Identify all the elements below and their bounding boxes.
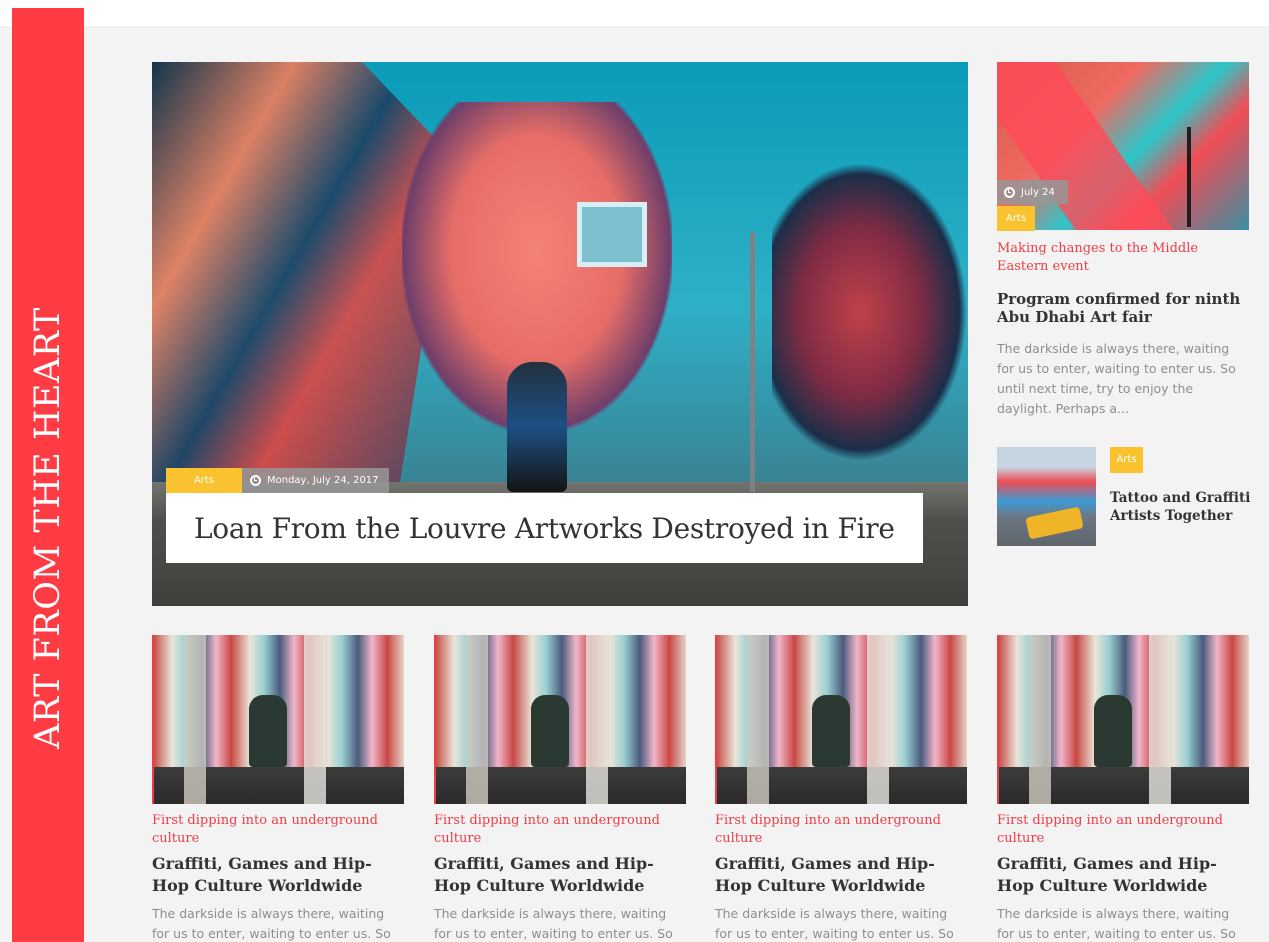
category-tag[interactable]: Arts [997,206,1035,231]
child-figure [507,362,567,492]
person-detail [531,695,569,767]
window-detail [577,202,647,267]
featured-title[interactable]: Loan From the Louvre Artworks Destroyed … [194,512,895,545]
card-excerpt: The darkside is always there, waiting fo… [152,906,391,941]
card-image[interactable] [152,635,404,804]
side-date-chip: July 24 [997,180,1068,204]
graffiti-detail [304,635,326,804]
card-image[interactable] [434,635,686,804]
card-headline[interactable]: Graffiti, Games and Hip-Hop Culture Worl… [434,853,686,897]
card-excerpt: The darkside is always there, waiting fo… [434,906,673,941]
section-banner: ART FROM THE HEART [12,8,84,942]
card-headline[interactable]: Graffiti, Games and Hip-Hop Culture Worl… [997,853,1249,897]
side-story-headline[interactable]: Program confirmed for ninth Abu Dhabi Ar… [997,290,1249,326]
graffiti-detail [184,635,206,804]
card-headline[interactable]: Graffiti, Games and Hip-Hop Culture Worl… [715,853,967,897]
graffiti-detail [1149,635,1171,804]
graffiti-detail [747,635,769,804]
sign-pole [750,232,755,492]
card-kicker[interactable]: First dipping into an underground cultur… [715,812,967,848]
mural-detail [772,162,968,462]
street-lamp [1187,127,1191,227]
card-excerpt: The darkside is always there, waiting fo… [997,906,1236,941]
card-excerpt: The darkside is always there, waiting fo… [715,906,954,941]
card-image[interactable] [997,635,1249,804]
mini-story-headline[interactable]: Tattoo and Graffiti Artists Together [1110,489,1260,525]
featured-title-box: Loan From the Louvre Artworks Destroyed … [166,493,923,563]
card-image[interactable] [715,635,967,804]
graffiti-detail [466,635,488,804]
side-story-image[interactable] [997,62,1249,230]
category-tag[interactable]: Arts [166,468,242,493]
card-headline[interactable]: Graffiti, Games and Hip-Hop Culture Worl… [152,853,404,897]
mural-detail [997,62,1185,230]
card-kicker[interactable]: First dipping into an underground cultur… [434,812,686,848]
person-detail [812,695,850,767]
side-date: July 24 [1021,186,1055,198]
clock-icon [1004,186,1015,198]
article-card: First dipping into an underground cultur… [715,635,967,942]
card-kicker[interactable]: First dipping into an underground cultur… [152,812,404,848]
taxi-detail [1025,506,1084,540]
side-story-kicker[interactable]: Making changes to the Middle Eastern eve… [997,240,1249,276]
date-chip: Monday, July 24, 2017 [242,468,389,493]
side-story-excerpt: The darkside is always there, waiting fo… [997,341,1236,416]
article-card: First dipping into an underground cultur… [434,635,686,942]
featured-date: Monday, July 24, 2017 [267,475,379,486]
category-tag[interactable]: Arts [1110,447,1143,473]
graffiti-detail [867,635,889,804]
mini-story-image[interactable] [997,447,1096,546]
graffiti-detail [586,635,608,804]
article-card: First dipping into an underground cultur… [997,635,1249,942]
card-kicker[interactable]: First dipping into an underground cultur… [997,812,1249,848]
person-detail [1094,695,1132,767]
graffiti-detail [1029,635,1051,804]
person-detail [249,695,287,767]
clock-icon [250,475,261,486]
section-title: ART FROM THE HEART [28,307,68,749]
article-card: First dipping into an underground cultur… [152,635,404,942]
featured-meta: Arts Monday, July 24, 2017 [166,468,389,493]
